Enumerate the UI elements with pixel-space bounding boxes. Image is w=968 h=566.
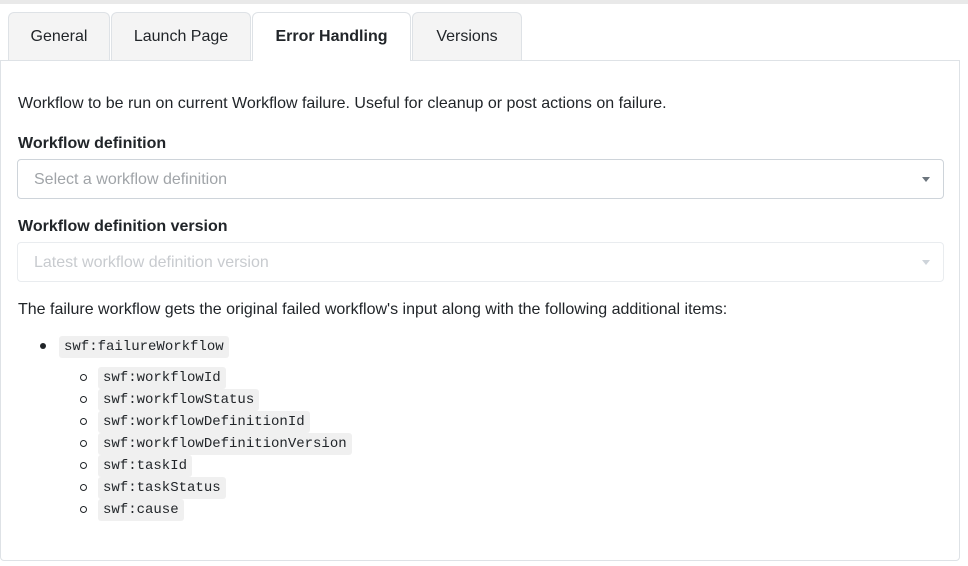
list-item: swf:workflowId <box>79 367 352 389</box>
code-item: swf:taskStatus <box>98 477 226 499</box>
error-handling-panel: Workflow to be run on current Workflow f… <box>0 60 960 561</box>
list-item: swf:taskId <box>79 455 352 477</box>
list-item: swf:taskStatus <box>79 477 352 499</box>
list-item: swf:cause <box>79 499 352 521</box>
workflow-definition-version-select: Latest workflow definition version <box>17 242 944 282</box>
bullet-circle-icon <box>80 484 87 491</box>
top-bar <box>0 0 968 4</box>
workflow-definition-label: Workflow definition <box>18 135 167 152</box>
tab-error-handling[interactable]: Error Handling <box>252 12 411 61</box>
tab-versions[interactable]: Versions <box>412 12 522 60</box>
bullet-circle-icon <box>80 440 87 447</box>
workflow-definition-select[interactable]: Select a workflow definition <box>17 159 944 199</box>
code-item: swf:workflowDefinitionId <box>98 411 310 433</box>
list-item: swf:workflowDefinitionId <box>79 411 352 433</box>
tab-launch-page[interactable]: Launch Page <box>111 12 251 60</box>
bullet-circle-icon <box>80 374 87 381</box>
code-failure-workflow: swf:failureWorkflow <box>59 336 229 358</box>
bullet-circle-icon <box>80 418 87 425</box>
workflow-definition-version-placeholder: Latest workflow definition version <box>34 254 269 271</box>
workflow-definition-placeholder: Select a workflow definition <box>34 171 227 188</box>
list-item: swf:workflowDefinitionVersion <box>79 433 352 455</box>
code-item: swf:workflowDefinitionVersion <box>98 433 352 455</box>
failure-info-text: The failure workflow gets the original f… <box>18 301 728 318</box>
tab-general[interactable]: General <box>8 12 110 60</box>
additional-items-list: swf:workflowId swf:workflowStatus swf:wo… <box>79 367 352 521</box>
chevron-down-icon <box>922 260 930 265</box>
bullet-circle-icon <box>80 506 87 513</box>
code-item: swf:taskId <box>98 455 193 477</box>
list-item: swf:workflowStatus <box>79 389 352 411</box>
bullet-disc-icon <box>40 343 46 349</box>
code-item: swf:workflowId <box>98 367 226 389</box>
panel-description: Workflow to be run on current Workflow f… <box>18 95 667 112</box>
tab-bar: General Launch Page Error Handling Versi… <box>0 12 960 61</box>
code-item: swf:workflowStatus <box>98 389 260 411</box>
code-item: swf:cause <box>98 499 184 521</box>
workflow-definition-version-label: Workflow definition version <box>18 218 228 235</box>
bullet-circle-icon <box>80 396 87 403</box>
bullet-circle-icon <box>80 462 87 469</box>
chevron-down-icon <box>922 177 930 182</box>
